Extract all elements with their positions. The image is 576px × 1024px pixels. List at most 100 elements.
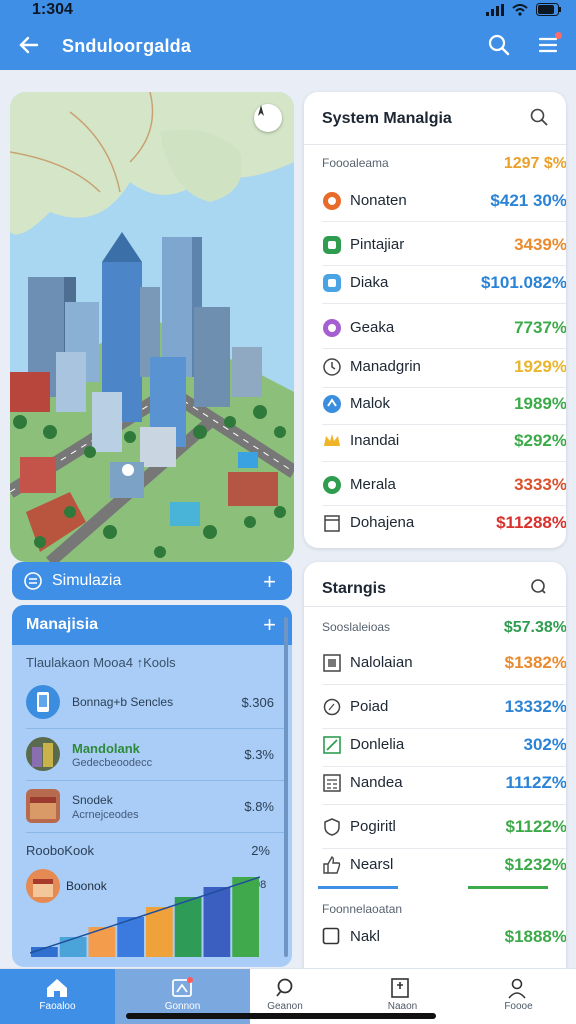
- row-label: Pogiritl: [350, 818, 396, 835]
- settings-row[interactable]: Poiad 13332%: [322, 688, 566, 726]
- list-item[interactable]: Bonnag+b Sencles $.306: [26, 677, 284, 729]
- row-value: $421 30%: [490, 191, 566, 210]
- add-simulation-button[interactable]: +: [263, 569, 276, 595]
- row-label: Diaka: [350, 274, 389, 291]
- row-label: Geaka: [350, 319, 395, 336]
- system-row[interactable]: Malok 1989%: [322, 385, 566, 423]
- section-label: Foonnelaoatan: [322, 902, 403, 916]
- row-value: 7737%: [514, 318, 566, 337]
- scrollbar[interactable]: [284, 617, 288, 957]
- row-label: Nearsl: [350, 856, 394, 873]
- add-management-button[interactable]: +: [263, 612, 276, 638]
- row-value: 13332%: [504, 697, 566, 716]
- progress-blue: [318, 886, 398, 889]
- city-map-view[interactable]: [10, 92, 294, 562]
- orange-circle-icon: [322, 191, 342, 211]
- row-value: 3439%: [514, 235, 566, 254]
- progress-green: [468, 886, 548, 889]
- search-icon: [276, 978, 293, 997]
- list-item-title: Mandolank: [72, 741, 140, 756]
- purple-circle-icon: [322, 318, 342, 338]
- system-card-title: System Manаlgia: [322, 110, 452, 127]
- row-value: 1112Z%: [505, 773, 566, 792]
- list-item-subtitle: Acrnejceodes: [72, 809, 139, 821]
- system-row[interactable]: Diaka $101.082%: [322, 264, 566, 302]
- list-item-value: $.8%: [244, 799, 274, 814]
- checkbox-icon[interactable]: [322, 927, 342, 947]
- tab-profile[interactable]: Foooe: [461, 969, 576, 1024]
- divider: [304, 144, 566, 145]
- row-value: 1989%: [514, 394, 566, 413]
- clock-icon: [322, 357, 342, 377]
- compass-button[interactable]: [254, 104, 282, 132]
- row-label: Nakl: [350, 928, 381, 945]
- edit-icon: [322, 735, 342, 755]
- system-row[interactable]: Nonaten $421 30%: [322, 182, 566, 220]
- footer-value: 2%: [251, 843, 270, 858]
- summary-label: Sooslaleioas: [322, 620, 391, 634]
- divider: [322, 804, 566, 805]
- row-label: Pintajiar: [350, 236, 405, 253]
- divider: [322, 684, 566, 685]
- document-icon: [322, 513, 342, 533]
- row-label: Dohajena: [350, 514, 415, 531]
- row-value: $101.082%: [480, 273, 566, 292]
- row-label: Donlelia: [350, 736, 405, 753]
- settings-card-title: Starngis: [322, 580, 387, 597]
- building-avatar-icon: [26, 737, 60, 771]
- summary-label: Foooaleama: [322, 156, 389, 170]
- settings-row[interactable]: Nalolaian $1382%: [322, 644, 566, 682]
- tab-home[interactable]: Faoaloo: [0, 969, 115, 1024]
- status-bar: 1:304: [0, 0, 576, 22]
- back-arrow-icon[interactable]: [18, 34, 40, 56]
- search-icon[interactable]: [530, 108, 548, 126]
- list-item[interactable]: Snodek Acrnejceodes $.8%: [26, 781, 284, 833]
- search-icon[interactable]: [488, 34, 510, 56]
- management-title: Manajisia: [26, 616, 99, 633]
- row-value: $1232%: [504, 855, 566, 874]
- settings-row[interactable]: Donlelia 302%: [322, 726, 566, 764]
- settings-row[interactable]: Pogiritl $1122%: [322, 808, 566, 846]
- list-item[interactable]: Mandolank Gedecbeoodecc $.3%: [26, 729, 284, 781]
- row-value: 302%: [523, 735, 566, 754]
- simulation-bar[interactable]: Simulazia +: [12, 562, 292, 600]
- row-label: Manadgrin: [350, 358, 421, 375]
- battery-icon: [536, 3, 561, 16]
- chart-bar: [203, 887, 231, 957]
- row-value: 3333%: [514, 475, 566, 494]
- row-label: Poiad: [350, 698, 389, 715]
- footer-label: RooboKook: [26, 843, 94, 858]
- system-row[interactable]: Merala 3333%: [322, 466, 566, 504]
- divider: [304, 606, 566, 607]
- settings-row[interactable]: Nakl $1888%: [322, 918, 566, 956]
- system-management-card: System Manаlgia Foooaleama 1297 $% Nonat…: [304, 92, 566, 548]
- settings-row[interactable]: Nandea 1112Z%: [322, 764, 566, 802]
- chart-bar: [146, 907, 173, 957]
- row-label: Malok: [350, 395, 391, 412]
- system-row[interactable]: Manadgrin 1929%: [322, 348, 566, 386]
- city-illustration: [10, 92, 294, 562]
- crown-icon: [322, 431, 342, 451]
- summary-value: 1297 $%: [503, 155, 566, 172]
- settings-row[interactable]: Nearsl $1232%: [322, 846, 566, 884]
- management-header: Manajisia +: [12, 605, 292, 645]
- list-item-value: $.306: [241, 695, 274, 710]
- search-icon[interactable]: [530, 578, 548, 596]
- tab-label: Gonnon: [164, 1001, 201, 1012]
- green-square-icon: [322, 235, 342, 255]
- system-row[interactable]: Inandai $292%: [322, 422, 566, 460]
- row-label: Nonaten: [350, 192, 407, 209]
- row-value: $1382%: [504, 653, 566, 672]
- summary-row: Foooaleama 1297 $%: [322, 146, 566, 184]
- app-bar: Sndulоогgalda: [0, 22, 576, 70]
- row-value: $1122%: [505, 817, 566, 836]
- simulation-label: Simulazia: [52, 572, 122, 589]
- system-row[interactable]: Geaka 7737%: [322, 309, 566, 347]
- system-row[interactable]: Pintajiar 3439%: [322, 226, 566, 264]
- system-row[interactable]: Dohajena $11288%: [322, 504, 566, 542]
- wifi-icon: [512, 3, 528, 16]
- chart-bar: [88, 927, 116, 957]
- summary-row: Sooslaleioas $57.38%: [322, 610, 566, 648]
- list-circle-icon: [24, 572, 42, 590]
- divider: [322, 303, 566, 304]
